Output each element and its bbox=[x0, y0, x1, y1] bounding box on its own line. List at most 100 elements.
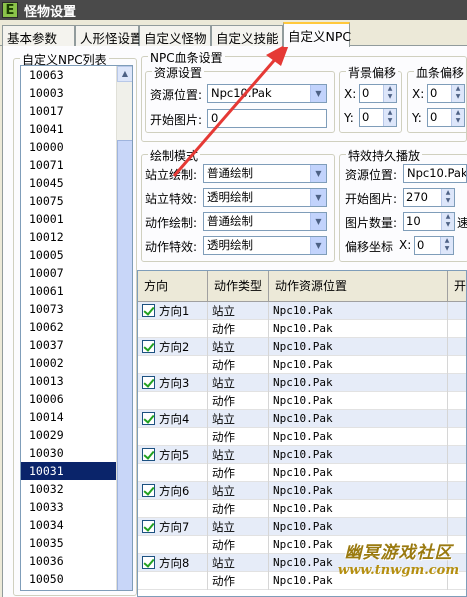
chevron-down-icon[interactable]: ▼ bbox=[310, 165, 326, 182]
tab-basic-params[interactable]: 基本参数 bbox=[2, 25, 75, 46]
col-start-header[interactable]: 开始 bbox=[448, 271, 466, 302]
direction-checkbox[interactable] bbox=[142, 520, 155, 533]
chevron-down-icon[interactable]: ▼ bbox=[310, 189, 326, 206]
action-type-cell[interactable]: 站立 bbox=[208, 338, 269, 356]
start-cell[interactable] bbox=[448, 338, 466, 356]
action-type-cell[interactable]: 站立 bbox=[208, 446, 269, 464]
chevron-down-icon[interactable]: ▼ bbox=[310, 85, 326, 102]
action-type-cell[interactable]: 动作 bbox=[208, 536, 269, 554]
tab-humanoid-monster[interactable]: 人形怪设置 bbox=[75, 25, 143, 46]
action-type-cell[interactable]: 站立 bbox=[208, 482, 269, 500]
chevron-down-icon[interactable]: ▼ bbox=[310, 237, 326, 254]
start-cell[interactable] bbox=[448, 392, 466, 410]
direction-cell[interactable]: 方向6 bbox=[138, 482, 208, 500]
action-type-cell[interactable]: 站立 bbox=[208, 410, 269, 428]
stand-draw-select[interactable]: 普通绘制 ▼ bbox=[203, 164, 327, 183]
start-cell[interactable] bbox=[448, 446, 466, 464]
direction-checkbox[interactable] bbox=[142, 484, 155, 497]
action-type-cell[interactable]: 动作 bbox=[208, 428, 269, 446]
hp-resource-pos-select[interactable]: Npc10.Pak ▼ bbox=[207, 84, 327, 103]
grid-row[interactable]: 方向5 站立 Npc10.Pak bbox=[138, 446, 466, 464]
npc-list-scrollbar[interactable]: ▲ bbox=[116, 66, 132, 590]
stand-effect-select[interactable]: 透明绘制 ▼ bbox=[203, 188, 327, 207]
bg-offset-y-spinner[interactable]: 0 ▲ ▼ bbox=[359, 108, 397, 127]
resource-cell[interactable]: Npc10.Pak bbox=[269, 500, 448, 518]
start-cell[interactable] bbox=[448, 374, 466, 392]
grid-row[interactable]: 方向3 站立 Npc10.Pak bbox=[138, 374, 466, 392]
action-type-cell[interactable]: 站立 bbox=[208, 518, 269, 536]
direction-cell[interactable]: 方向4 bbox=[138, 410, 208, 428]
npc-listbox[interactable]: 10063 10003 10017 10041 10000 10071 10045 10075… bbox=[20, 65, 133, 591]
effect-resource-pos-select[interactable]: Npc10.Pak bbox=[403, 164, 467, 183]
direction-cell[interactable] bbox=[138, 392, 208, 410]
direction-cell[interactable] bbox=[138, 428, 208, 446]
direction-cell[interactable] bbox=[138, 572, 208, 590]
grid-row[interactable]: 方向1 站立 Npc10.Pak bbox=[138, 302, 466, 320]
resource-cell[interactable]: Npc10.Pak bbox=[269, 482, 448, 500]
tab-custom-npc[interactable]: 自定义NPC bbox=[283, 22, 351, 47]
action-type-cell[interactable]: 动作 bbox=[208, 500, 269, 518]
bg-offset-x-spinner[interactable]: 0 ▲ ▼ bbox=[359, 84, 397, 103]
spinner-arrows-icon[interactable]: ▲ ▼ bbox=[441, 213, 454, 230]
action-type-cell[interactable]: 动作 bbox=[208, 356, 269, 374]
start-cell[interactable] bbox=[448, 518, 466, 536]
spinner-arrows-icon[interactable]: ▲ ▼ bbox=[383, 85, 396, 102]
resource-cell[interactable]: Npc10.Pak bbox=[269, 356, 448, 374]
resource-cell[interactable]: Npc10.Pak bbox=[269, 464, 448, 482]
bar-offset-y-spinner[interactable]: 0 ▲ ▼ bbox=[427, 108, 465, 127]
grid-row[interactable]: 动作 Npc10.Pak bbox=[138, 464, 466, 482]
grid-row[interactable]: 动作 Npc10.Pak bbox=[138, 320, 466, 338]
action-type-cell[interactable]: 站立 bbox=[208, 374, 269, 392]
direction-cell[interactable] bbox=[138, 464, 208, 482]
grid-row[interactable]: 方向6 站立 Npc10.Pak bbox=[138, 482, 466, 500]
direction-cell[interactable] bbox=[138, 500, 208, 518]
grid-row[interactable]: 方向2 站立 Npc10.Pak bbox=[138, 338, 466, 356]
tab-custom-monster[interactable]: 自定义怪物 bbox=[139, 25, 211, 46]
action-type-cell[interactable]: 动作 bbox=[208, 392, 269, 410]
start-cell[interactable] bbox=[448, 410, 466, 428]
spinner-arrows-icon[interactable]: ▲ ▼ bbox=[383, 109, 396, 126]
action-draw-select[interactable]: 普通绘制 ▼ bbox=[203, 212, 327, 231]
col-direction-header[interactable]: 方向 bbox=[138, 271, 208, 302]
start-cell[interactable] bbox=[448, 302, 466, 320]
direction-cell[interactable]: 方向5 bbox=[138, 446, 208, 464]
resource-cell[interactable]: Npc10.Pak bbox=[269, 446, 448, 464]
resource-cell[interactable]: Npc10.Pak bbox=[269, 410, 448, 428]
grid-row[interactable]: 方向7 站立 Npc10.Pak bbox=[138, 518, 466, 536]
direction-cell[interactable] bbox=[138, 320, 208, 338]
direction-checkbox[interactable] bbox=[142, 556, 155, 569]
direction-cell[interactable] bbox=[138, 356, 208, 374]
chevron-down-icon[interactable]: ▼ bbox=[310, 213, 326, 230]
spinner-arrows-icon[interactable]: ▲ ▼ bbox=[451, 85, 464, 102]
resource-cell[interactable]: Npc10.Pak bbox=[269, 338, 448, 356]
action-type-cell[interactable]: 站立 bbox=[208, 554, 269, 572]
direction-cell[interactable]: 方向3 bbox=[138, 374, 208, 392]
action-effect-select[interactable]: 透明绘制 ▼ bbox=[203, 236, 327, 255]
grid-row[interactable]: 动作 Npc10.Pak bbox=[138, 428, 466, 446]
start-cell[interactable] bbox=[448, 500, 466, 518]
spinner-arrows-icon[interactable]: ▲ ▼ bbox=[440, 237, 453, 254]
direction-cell[interactable]: 方向8 bbox=[138, 554, 208, 572]
spinner-arrows-icon[interactable]: ▲ ▼ bbox=[441, 189, 454, 206]
direction-checkbox[interactable] bbox=[142, 340, 155, 353]
resource-cell[interactable]: Npc10.Pak bbox=[269, 392, 448, 410]
start-cell[interactable] bbox=[448, 356, 466, 374]
action-type-cell[interactable]: 动作 bbox=[208, 464, 269, 482]
effect-image-count-spinner[interactable]: 10 ▲ ▼ bbox=[403, 212, 455, 231]
scroll-thumb[interactable] bbox=[117, 140, 132, 590]
spinner-arrows-icon[interactable]: ▲ ▼ bbox=[451, 109, 464, 126]
direction-cell[interactable]: 方向2 bbox=[138, 338, 208, 356]
grid-row[interactable]: 动作 Npc10.Pak bbox=[138, 392, 466, 410]
direction-cell[interactable] bbox=[138, 536, 208, 554]
grid-row[interactable]: 动作 Npc10.Pak bbox=[138, 356, 466, 374]
direction-checkbox[interactable] bbox=[142, 448, 155, 461]
col-resource-header[interactable]: 动作资源位置 bbox=[269, 271, 448, 302]
resource-cell[interactable]: Npc10.Pak bbox=[269, 302, 448, 320]
action-type-cell[interactable]: 动作 bbox=[208, 572, 269, 590]
col-action-type-header[interactable]: 动作类型 bbox=[208, 271, 269, 302]
scroll-up-icon[interactable]: ▲ bbox=[117, 66, 132, 82]
start-cell[interactable] bbox=[448, 320, 466, 338]
action-type-cell[interactable]: 动作 bbox=[208, 320, 269, 338]
resource-cell[interactable]: Npc10.Pak bbox=[269, 518, 448, 536]
start-cell[interactable] bbox=[448, 464, 466, 482]
